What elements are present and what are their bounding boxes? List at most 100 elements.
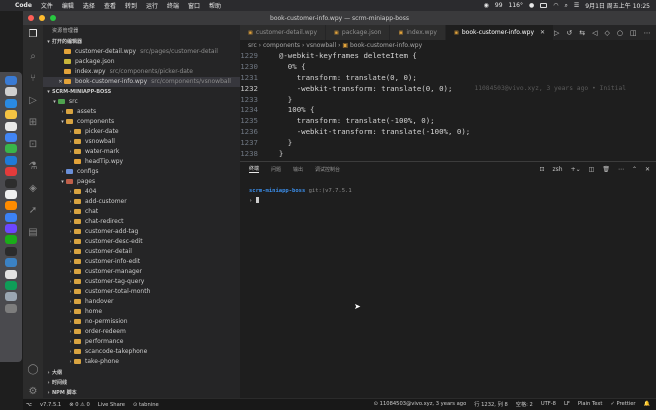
split-editor-icon[interactable]: ◫ [630, 29, 637, 37]
tab-debug-console[interactable]: 调试控制台 [315, 166, 340, 173]
prev-change-icon[interactable]: ◁ [592, 29, 597, 37]
testing-icon[interactable]: ⚗ [27, 161, 39, 173]
tree-item[interactable]: › scancode-takephone [43, 347, 240, 357]
run-icon[interactable]: ▷ [554, 29, 559, 37]
open-editor-item[interactable]: customer-detail.wpy src/pages/customer-de… [43, 47, 240, 57]
vscode-dock-icon[interactable] [5, 155, 17, 165]
editor-tab[interactable]: ▣ book-customer-info.wpy ✕ [445, 25, 554, 40]
tree-item[interactable]: headTip.wpy [43, 157, 240, 167]
network-speed[interactable]: 116° [509, 2, 523, 9]
docker-icon[interactable]: ▤ [27, 227, 39, 239]
close-panel-icon[interactable]: ✕ [645, 166, 650, 173]
tree-item[interactable]: › chat-redirect [43, 217, 240, 227]
editor-tab[interactable]: ▣ package.json [326, 25, 391, 40]
editor-tab[interactable]: ▣ customer-detail.wpy [240, 25, 326, 40]
notes-icon[interactable] [5, 110, 17, 120]
menu-item-run[interactable]: 运行 [146, 1, 158, 10]
code-editor[interactable]: 1229 @-webkit-keyframes deleteItem {1230… [240, 51, 656, 161]
tree-item[interactable]: ▾ pages [43, 177, 240, 187]
outline-section[interactable]: › 大纲 [43, 368, 240, 378]
wifi-icon[interactable]: ◠ [553, 2, 558, 9]
branch-indicator[interactable]: v7.7.5.1 [40, 402, 61, 408]
tree-item[interactable]: › configs [43, 167, 240, 177]
tree-item[interactable]: › water-mark [43, 147, 240, 157]
tree-item[interactable]: › order-redeem [43, 327, 240, 337]
netease-icon[interactable] [5, 167, 17, 177]
tree-item[interactable]: › vsnowball [43, 137, 240, 147]
close-icon[interactable]: ✕ [57, 77, 64, 87]
project-section[interactable]: ▾ SCRM-MINIAPP-BOSS [43, 87, 240, 97]
open-changes-icon[interactable]: ○ [617, 29, 623, 37]
app-purple-icon[interactable] [5, 224, 17, 234]
tree-item[interactable]: › chat [43, 207, 240, 217]
trash-icon[interactable] [5, 303, 17, 313]
timeline-section[interactable]: › 时间线 [43, 378, 240, 388]
history-icon[interactable]: ↺ [566, 29, 572, 37]
menu-item-selection[interactable]: 选择 [83, 1, 95, 10]
prettier-status[interactable]: ✓ Prettier [610, 401, 635, 408]
more-icon[interactable]: ⋯ [618, 166, 624, 173]
more-actions-icon[interactable]: ⋯ [644, 29, 651, 37]
finder-icon[interactable] [5, 76, 17, 85]
menu-clock[interactable]: 9月1日 周五上午 10:25 [585, 1, 650, 10]
terminal[interactable]: scrm-miniapp-boss git:(v7.7.5.1 › [240, 176, 656, 204]
tree-item[interactable]: › add-customer [43, 197, 240, 207]
compare-icon[interactable]: ⇆ [579, 29, 585, 37]
menu-item-file[interactable]: 文件 [41, 1, 53, 10]
display-icon[interactable] [540, 3, 548, 8]
app-blue-icon[interactable] [5, 212, 17, 222]
tree-item[interactable]: › customer-total-month [43, 287, 240, 297]
account-icon[interactable]: ◯ [27, 364, 39, 376]
encoding[interactable]: UTF-8 [541, 401, 556, 408]
app-sheet-icon[interactable] [5, 281, 17, 291]
tree-item[interactable]: › customer-tag-query [43, 277, 240, 287]
tree-item[interactable]: › performance [43, 337, 240, 347]
tab-terminal[interactable]: 终端 [249, 165, 260, 173]
preview-icon[interactable] [5, 189, 17, 199]
remote-icon[interactable]: ⌥ [26, 402, 32, 408]
npm-scripts-section[interactable]: › NPM 脚本 [43, 388, 240, 398]
search-icon[interactable]: ⌕ [564, 2, 567, 10]
menu-item-terminal[interactable]: 终端 [167, 1, 179, 10]
open-editors-section[interactable]: ▾ 打开的编辑器 [43, 37, 240, 47]
app-lightblue-icon[interactable] [5, 258, 17, 268]
tree-item[interactable]: › picker-date [43, 127, 240, 137]
open-editor-item[interactable]: package.json [43, 57, 240, 67]
extensions-icon[interactable]: ⊞ [27, 117, 39, 129]
bell-icon[interactable]: 🔔 [644, 401, 650, 408]
breadcrumb-item[interactable]: vsnowball [306, 42, 336, 49]
tabnine-status[interactable]: ⊙ tabnine [133, 402, 159, 408]
language-mode[interactable]: Plain Text [578, 401, 603, 408]
breadcrumb-item[interactable]: src [248, 42, 257, 49]
shell-name[interactable]: zsh [553, 166, 563, 173]
tree-item[interactable]: › take-phone [43, 357, 240, 367]
tree-item[interactable]: › customer-add-tag [43, 227, 240, 237]
battery-percent[interactable]: 99 [495, 2, 503, 9]
app-orange-icon[interactable] [5, 201, 17, 211]
safari-icon[interactable] [5, 98, 17, 108]
tree-item[interactable]: › customer-detail [43, 247, 240, 257]
search-view-icon[interactable]: ⌕ [27, 51, 39, 63]
close-tab-icon[interactable]: ✕ [540, 29, 545, 36]
tree-item[interactable]: › assets [43, 107, 240, 117]
breadcrumb-item[interactable]: book-customer-info.wpy [350, 42, 422, 49]
kill-terminal-icon[interactable]: 🗑 [602, 166, 610, 173]
split-terminal-icon[interactable]: ◫ [589, 166, 595, 173]
calendar-icon[interactable] [5, 121, 17, 131]
app-green-icon[interactable] [5, 235, 17, 245]
app-dark-icon[interactable] [5, 246, 17, 256]
tree-item[interactable]: › customer-info-edit [43, 257, 240, 267]
new-terminal-icon[interactable]: +⌄ [571, 166, 581, 173]
editor-tab[interactable]: ▣ index.wpy [390, 25, 446, 40]
tab-output[interactable]: 输出 [293, 166, 303, 173]
open-editor-item[interactable]: ✕ book-customer-info.wpy src/components/vs… [43, 77, 240, 87]
record-icon[interactable]: ◉ [484, 2, 489, 9]
terminal-dock-icon[interactable] [5, 178, 17, 188]
menu-item-help[interactable]: 帮助 [209, 1, 221, 10]
menu-item-go[interactable]: 转到 [125, 1, 137, 10]
tree-item[interactable]: › customer-desc-edit [43, 237, 240, 247]
line-ending[interactable]: LF [564, 401, 570, 408]
explorer-icon[interactable]: ❐ [27, 29, 39, 41]
blame-status[interactable]: ⊙ 11084503@vivo.xyz, 3 years ago [374, 401, 467, 408]
tree-item[interactable]: › no-permission [43, 317, 240, 327]
